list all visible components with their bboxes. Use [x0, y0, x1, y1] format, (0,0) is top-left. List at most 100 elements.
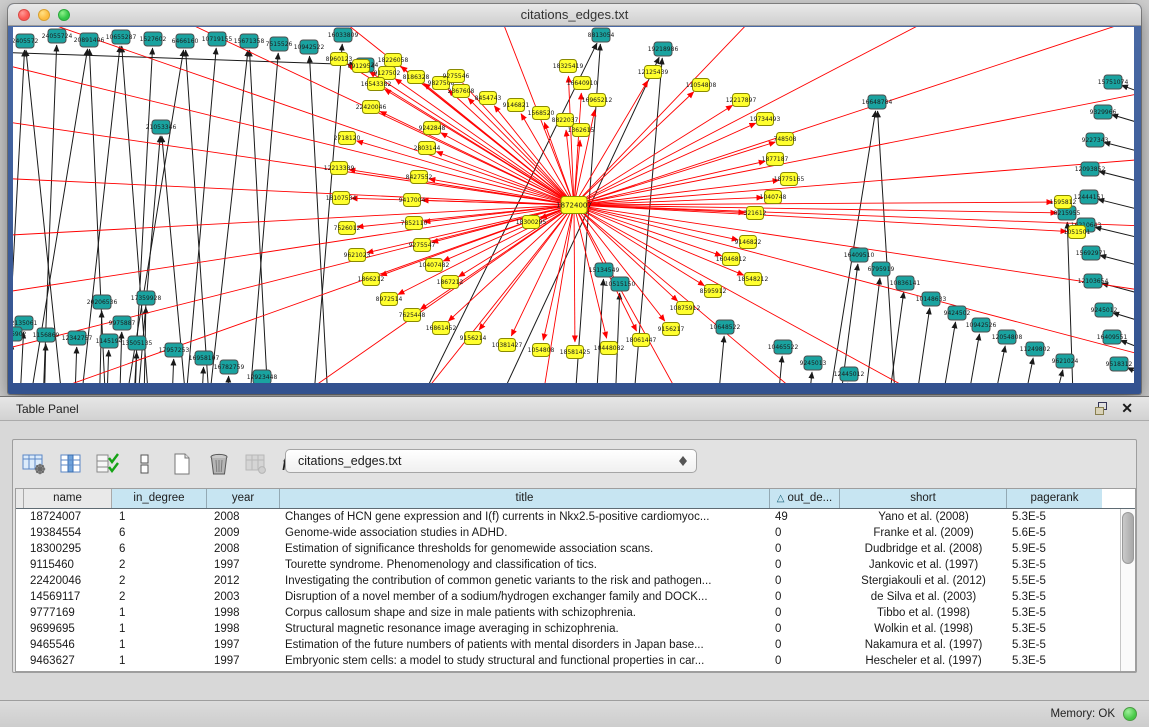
graph-node[interactable]: 12445012: [834, 367, 865, 381]
graph-node[interactable]: 9329966: [1090, 105, 1117, 119]
column-header-pagerank[interactable]: pagerank: [1007, 489, 1102, 508]
network-canvas[interactable]: 2405572240557242089140610655287152760264…: [13, 27, 1134, 383]
float-panel-icon[interactable]: [1095, 402, 1109, 415]
graph-node[interactable]: 12217897: [726, 94, 757, 107]
close-panel-icon[interactable]: ✕: [1121, 400, 1133, 417]
table-row[interactable]: 1938455462009Genome-wide association stu…: [16, 525, 1135, 541]
graph-node[interactable]: 16861452: [426, 322, 457, 335]
graph-node[interactable]: 10655287: [106, 30, 137, 44]
graph-node[interactable]: 1040748: [760, 191, 787, 204]
graph-node[interactable]: 2405572: [13, 34, 39, 48]
graph-node[interactable]: 12125439: [638, 66, 669, 79]
graph-node[interactable]: 18724007: [556, 197, 592, 214]
graph-node[interactable]: 16965212: [582, 94, 613, 107]
table-row[interactable]: 977716911998Corpus callosum shape and si…: [16, 605, 1135, 621]
graph-node[interactable]: 10148633: [916, 292, 947, 306]
graph-node[interactable]: 10875912: [670, 302, 701, 315]
graph-node[interactable]: 16409510: [844, 248, 875, 262]
column-display-icon[interactable]: [58, 452, 84, 476]
graph-node[interactable]: 10719155: [202, 32, 233, 46]
graph-node[interactable]: 7515526: [266, 37, 293, 51]
graph-node[interactable]: 9275547: [409, 239, 436, 252]
graph-node[interactable]: 11054808: [686, 79, 717, 92]
graph-node[interactable]: 19218986: [648, 42, 679, 56]
column-header-name[interactable]: name: [24, 489, 112, 508]
graph-node[interactable]: 18325419: [553, 60, 584, 73]
graph-node[interactable]: 9417004: [399, 194, 426, 207]
graph-node[interactable]: 2803144: [414, 142, 441, 155]
graph-node[interactable]: 1527602: [140, 32, 167, 46]
select-rows-icon[interactable]: [95, 452, 121, 476]
graph-node[interactable]: 9156217: [658, 323, 685, 336]
table-row[interactable]: 1872400712008Changes of HCN gene express…: [16, 509, 1135, 525]
graph-node[interactable]: 12054808: [992, 330, 1023, 344]
graph-node[interactable]: 9621024: [1052, 354, 1079, 368]
graph-node[interactable]: 15692971: [1076, 246, 1107, 260]
import-table-icon[interactable]: [243, 452, 269, 476]
graph-node[interactable]: 9245012: [1091, 303, 1118, 317]
graph-node[interactable]: 9146821: [503, 99, 530, 112]
graph-node[interactable]: 9518312: [1106, 357, 1133, 371]
table-row[interactable]: 969969511998Structural magnetic resonanc…: [16, 621, 1135, 637]
graph-node[interactable]: 10515150: [605, 277, 636, 291]
column-header-year[interactable]: year: [207, 489, 280, 508]
table-panel-titlebar[interactable]: Table Panel ✕: [0, 397, 1149, 421]
graph-node[interactable]: 1568520: [528, 107, 555, 120]
graph-node[interactable]: 10448082: [594, 342, 625, 355]
graph-node[interactable]: 321612: [744, 207, 767, 220]
graph-node[interactable]: 9975887: [109, 316, 136, 330]
graph-node[interactable]: 1145194: [96, 334, 123, 348]
graph-node[interactable]: 9245013: [800, 356, 827, 370]
graph-node[interactable]: 9146822: [735, 236, 762, 249]
graph-node[interactable]: 1867212: [437, 276, 464, 289]
table-body[interactable]: 1872400712008Changes of HCN gene express…: [16, 509, 1135, 669]
graph-node[interactable]: 16409551: [1097, 330, 1128, 344]
column-header-in-degree[interactable]: in_degree: [112, 489, 207, 508]
graph-node[interactable]: 16640910: [567, 77, 598, 90]
graph-node[interactable]: 12444151: [1074, 190, 1105, 204]
table-row[interactable]: 946362711997Embryonic stem cells: a mode…: [16, 653, 1135, 669]
graph-node[interactable]: 24055724: [42, 29, 73, 43]
graph-node[interactable]: 11249802: [1020, 342, 1051, 356]
delete-column-icon[interactable]: [206, 452, 232, 476]
graph-node[interactable]: 10836141: [890, 276, 921, 290]
graph-node[interactable]: 22420046: [356, 101, 387, 114]
new-column-icon[interactable]: [169, 452, 195, 476]
table-select-dropdown[interactable]: citations_edges.txt: [285, 449, 697, 473]
graph-node[interactable]: 10942522: [294, 40, 325, 54]
graph-node[interactable]: 18581425: [560, 346, 591, 359]
graph-node[interactable]: 17957253: [159, 343, 190, 357]
node-table[interactable]: name in_degree year title △out_de... sho…: [15, 488, 1136, 672]
graph-node[interactable]: 8454743: [475, 92, 502, 105]
graph-node[interactable]: 10648522: [710, 320, 741, 334]
graph-node[interactable]: 8813054: [588, 28, 615, 42]
graph-node[interactable]: 12923448: [247, 370, 278, 383]
graph-node[interactable]: 7526012: [334, 222, 361, 235]
graph-node[interactable]: 1054808: [528, 344, 555, 357]
table-row[interactable]: 911546021997Tourette syndrome. Phenomeno…: [16, 557, 1135, 573]
graph-node[interactable]: 7625448: [399, 309, 426, 322]
graph-node[interactable]: 15751074: [1098, 75, 1129, 89]
table-vertical-scrollbar[interactable]: [1120, 509, 1135, 671]
graph-node[interactable]: 18226058: [378, 54, 409, 67]
graph-node[interactable]: 18061447: [626, 334, 657, 347]
graph-node[interactable]: 6466160: [172, 34, 199, 48]
graph-node[interactable]: 8427552: [406, 171, 433, 184]
citation-network-graph[interactable]: 2405572240557242089140610655287152760264…: [13, 27, 1134, 383]
graph-node[interactable]: 10465522: [768, 340, 799, 354]
graph-node[interactable]: 9621023: [344, 249, 371, 262]
window-titlebar[interactable]: citations_edges.txt: [8, 4, 1141, 26]
table-row[interactable]: 1456911722003Disruption of a novel membe…: [16, 589, 1135, 605]
graph-node[interactable]: 9156214: [460, 332, 487, 345]
graph-node[interactable]: 2718120: [334, 132, 361, 145]
graph-node[interactable]: 17359928: [131, 291, 162, 305]
graph-node[interactable]: 16046812: [716, 253, 747, 266]
graph-node[interactable]: 12103654: [1078, 274, 1109, 288]
graph-node[interactable]: 7852110: [401, 217, 428, 230]
graph-node[interactable]: 15134549: [589, 263, 620, 277]
graph-node[interactable]: 748508: [774, 133, 797, 146]
scrollbar-thumb[interactable]: [1122, 512, 1134, 564]
table-mode-icon[interactable]: [132, 452, 158, 476]
graph-node[interactable]: 8186328: [403, 71, 430, 84]
graph-node[interactable]: 16648784: [862, 95, 893, 109]
